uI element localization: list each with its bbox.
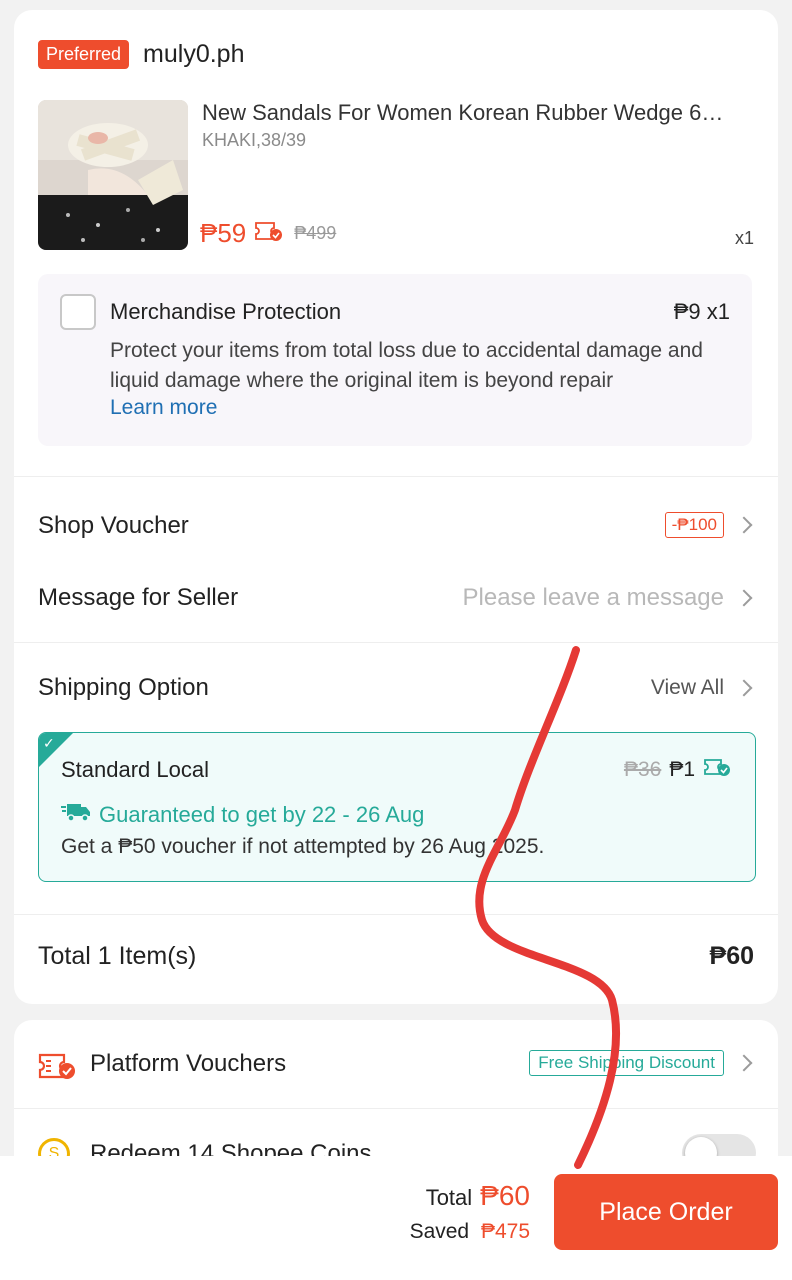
protection-description: Protect your items from total loss due t… (110, 339, 703, 392)
shipping-note: Get a ₱50 voucher if not attempted by 26… (61, 835, 545, 858)
divider (14, 914, 778, 915)
shipping-option-label: Shipping Option (38, 674, 209, 701)
free-shipping-chip[interactable]: Free Shipping Discount (529, 1050, 724, 1076)
view-all-row[interactable]: View All (651, 676, 753, 700)
chevron-right-icon (735, 1054, 753, 1072)
saved-value: ₱475 (480, 1220, 530, 1243)
shipping-guarantee: Guaranteed to get by 22 - 26 Aug (61, 801, 424, 829)
voucher-applied-icon (703, 757, 731, 783)
total-items-value: ₱60 (709, 942, 754, 970)
total-label: Total (425, 1185, 473, 1210)
voucher-applied-icon (254, 220, 284, 247)
merchandise-protection: Merchandise Protection ₱9 x1 Protect you… (38, 274, 752, 446)
product-original-price: ₱499 (294, 223, 337, 243)
platform-vouchers-label[interactable]: Platform Vouchers (90, 1050, 286, 1078)
shipping-price: ₱36 ₱1 (624, 757, 731, 783)
shipping-option-card[interactable]: ✓ Standard Local ₱36 ₱1 Guaranteed to ge… (38, 732, 756, 882)
message-row[interactable]: Please leave a message (463, 584, 753, 612)
bottom-saved: Saved ₱475 (410, 1220, 530, 1244)
platform-voucher-icon (38, 1052, 76, 1085)
product-image[interactable] (38, 100, 188, 250)
learn-more-link[interactable]: Learn more (110, 396, 217, 420)
product-title[interactable]: New Sandals For Women Korean Rubber Wedg… (202, 100, 752, 126)
product-variant: KHAKI,38/39 (202, 130, 307, 150)
divider (14, 476, 778, 477)
product-price: ₱59 (200, 218, 247, 248)
total-value: ₱60 (480, 1180, 530, 1211)
total-items-label: Total 1 Item(s) (38, 942, 197, 970)
platform-vouchers-row[interactable]: Free Shipping Discount (529, 1050, 753, 1076)
view-all-link[interactable]: View All (651, 676, 724, 700)
shop-name[interactable]: muly0.ph (143, 40, 244, 69)
divider (14, 642, 778, 643)
message-label: Message for Seller (38, 584, 239, 611)
chevron-right-icon (735, 679, 753, 697)
shipping-current-price: ₱1 (669, 758, 695, 781)
chevron-right-icon (735, 589, 753, 607)
shop-voucher-row[interactable]: -₱100 (664, 512, 753, 538)
product-quantity: x1 (734, 228, 754, 248)
price-row: ₱59 ₱499 (200, 218, 336, 249)
shop-header[interactable]: Preferred muly0.ph (38, 40, 245, 69)
shipping-old-price: ₱36 (623, 758, 662, 781)
delivery-truck-icon (61, 801, 91, 829)
protection-checkbox[interactable] (60, 294, 96, 330)
message-input[interactable]: Please leave a message (463, 584, 725, 612)
shipping-title: Standard Local (61, 757, 209, 782)
guarantee-text: Guaranteed to get by 22 - 26 Aug (99, 802, 425, 827)
protection-price: ₱9 x1 (673, 299, 730, 324)
place-order-button[interactable]: Place Order (554, 1174, 778, 1250)
shop-voucher-label[interactable]: Shop Voucher (38, 512, 189, 540)
checkout-bar: Total ₱60 Saved ₱475 Place Order (0, 1156, 792, 1280)
chevron-right-icon (735, 516, 753, 534)
bottom-total: Total ₱60 (426, 1180, 530, 1212)
shop-voucher-chip[interactable]: -₱100 (664, 512, 724, 538)
order-card: Preferred muly0.ph New Sandals For Women… (14, 10, 778, 1004)
preferred-badge: Preferred (38, 40, 130, 69)
saved-label: Saved (409, 1220, 470, 1243)
protection-title: Merchandise Protection (110, 299, 342, 324)
divider (14, 1108, 778, 1109)
check-icon: ✓ (43, 735, 55, 751)
